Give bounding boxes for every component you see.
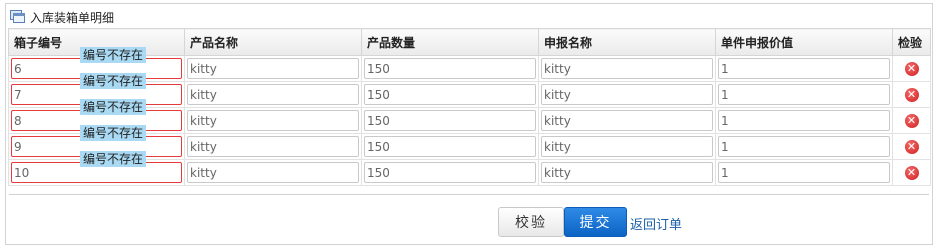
error-tip: 编号不存在 — [80, 99, 147, 115]
error-tip: 编号不存在 — [80, 151, 147, 167]
error-tip: 编号不存在 — [80, 73, 147, 89]
packing-list-table: 箱子编号 产品名称 产品数量 申报名称 单件申报价值 检验 编号不存在 ✕ 编号… — [8, 28, 931, 186]
delete-icon[interactable]: ✕ — [904, 113, 919, 128]
table-header-row: 箱子编号 产品名称 产品数量 申报名称 单件申报价值 检验 — [8, 28, 931, 56]
delete-icon[interactable]: ✕ — [904, 61, 919, 76]
panel-header: 入库装箱单明细 — [10, 8, 114, 26]
header-product-name: 产品名称 — [184, 28, 362, 56]
error-tip: 编号不存在 — [80, 47, 147, 63]
product-name-input[interactable] — [187, 110, 359, 131]
declare-name-input[interactable] — [541, 136, 713, 157]
quantity-input[interactable] — [364, 58, 536, 79]
product-name-input[interactable] — [187, 58, 359, 79]
header-unit-value: 单件申报价值 — [715, 28, 893, 56]
quantity-input[interactable] — [364, 162, 536, 183]
product-name-input[interactable] — [187, 162, 359, 183]
table-row: 编号不存在 ✕ — [8, 151, 931, 186]
quantity-input[interactable] — [364, 136, 536, 157]
delete-icon[interactable]: ✕ — [904, 87, 919, 102]
declare-name-input[interactable] — [541, 58, 713, 79]
delete-icon[interactable]: ✕ — [904, 165, 919, 180]
unit-value-input[interactable] — [718, 162, 890, 183]
window-icon — [10, 10, 26, 24]
declare-name-input[interactable] — [541, 110, 713, 131]
back-to-order-link[interactable]: 返回订单 — [630, 214, 682, 233]
table-row: 编号不存在 ✕ — [8, 125, 931, 160]
panel-title: 入库装箱单明细 — [30, 10, 115, 25]
quantity-input[interactable] — [364, 110, 536, 131]
product-name-input[interactable] — [187, 84, 359, 105]
unit-value-input[interactable] — [718, 84, 890, 105]
table-row: 编号不存在 ✕ — [8, 47, 931, 82]
table-row: 编号不存在 ✕ — [8, 99, 931, 134]
quantity-input[interactable] — [364, 84, 536, 105]
unit-value-input[interactable] — [718, 136, 890, 157]
unit-value-input[interactable] — [718, 58, 890, 79]
error-tip: 编号不存在 — [80, 125, 147, 141]
product-name-input[interactable] — [187, 136, 359, 157]
unit-value-input[interactable] — [718, 110, 890, 131]
delete-icon[interactable]: ✕ — [904, 139, 919, 154]
declare-name-input[interactable] — [541, 84, 713, 105]
declare-name-input[interactable] — [541, 162, 713, 183]
header-declare-name: 申报名称 — [538, 28, 716, 56]
detail-panel: 入库装箱单明细 箱子编号 产品名称 产品数量 申报名称 单件申报价值 检验 编号… — [5, 3, 933, 245]
header-quantity: 产品数量 — [361, 28, 539, 56]
check-button[interactable]: 校验 — [498, 207, 564, 237]
submit-button[interactable]: 提交 — [564, 207, 627, 237]
header-check: 检验 — [892, 28, 931, 56]
table-row: 编号不存在 ✕ — [8, 73, 931, 108]
footer-divider — [9, 194, 929, 195]
